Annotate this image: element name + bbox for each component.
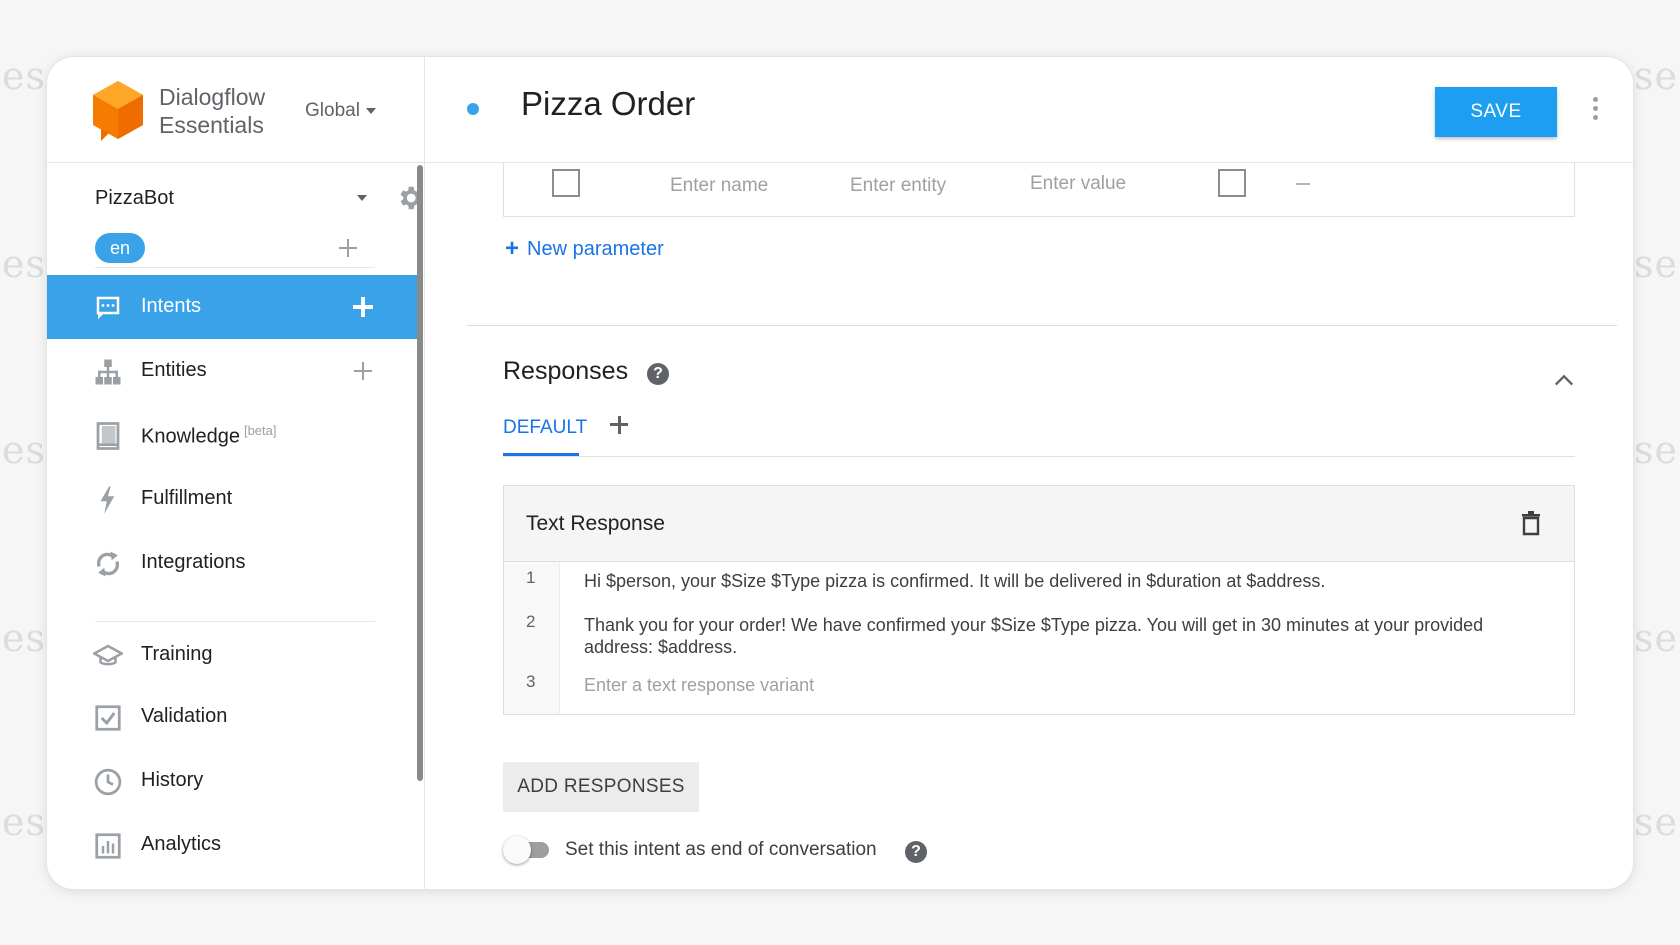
region-label: Global	[305, 100, 360, 121]
sidebar-item-label: Intents	[141, 295, 202, 317]
add-language-plus-icon[interactable]	[337, 237, 359, 259]
more-options-icon[interactable]	[1591, 97, 1599, 123]
main-panel: Enter name Enter entity Enter value Pizz…	[425, 57, 1633, 889]
book-icon	[96, 422, 120, 450]
trash-icon[interactable]	[1520, 510, 1542, 536]
add-entity-plus-icon[interactable]	[352, 360, 374, 382]
sidebar-item-label: Knowledge [beta]	[141, 423, 277, 449]
app-window: Dialogflow Essentials Global PizzaBot en	[46, 56, 1634, 890]
is-list-checkbox[interactable]	[1218, 169, 1246, 197]
sidebar-item-label: Validation	[141, 705, 228, 727]
sidebar-divider	[95, 267, 375, 268]
beta-badge: [beta]	[243, 423, 277, 438]
new-response-variant-input[interactable]: Enter a text response variant	[584, 674, 1484, 696]
end-conversation-label: Set this intent as end of conversation	[565, 839, 877, 860]
text-response-title: Text Response	[526, 512, 665, 535]
agent-name: PizzaBot	[95, 186, 174, 209]
dialogflow-logo-icon	[93, 81, 143, 141]
chevron-up-icon[interactable]	[1553, 369, 1575, 391]
toggle-knob[interactable]	[503, 836, 531, 864]
tab-default[interactable]: DEFAULT	[503, 417, 587, 439]
region-selector[interactable]: Global	[305, 100, 376, 122]
save-button[interactable]: SAVE	[1435, 87, 1557, 137]
bar-chart-icon	[95, 833, 121, 859]
add-responses-button[interactable]: ADD RESPONSES	[503, 762, 699, 812]
sidebar-item-knowledge[interactable]: Knowledge [beta]	[47, 403, 419, 467]
sidebar-item-intents[interactable]: Intents	[47, 275, 419, 339]
text-response-card: Text Response 1 Hi $person, your $Size $…	[503, 485, 1575, 715]
language-pill[interactable]: en	[95, 233, 145, 263]
sidebar-item-entities[interactable]: Entities	[47, 339, 419, 403]
required-checkbox[interactable]	[552, 169, 580, 197]
chat-bubble-icon	[96, 296, 120, 320]
sidebar-item-training[interactable]: Training	[47, 623, 419, 687]
caret-down-icon[interactable]	[357, 195, 367, 201]
new-parameter-link[interactable]: + New parameter	[505, 235, 664, 263]
product-name: Dialogflow Essentials	[159, 83, 265, 139]
sidebar-item-label: Fulfillment	[141, 487, 233, 509]
parameter-table-row: Enter name Enter entity Enter value	[503, 163, 1575, 217]
responses-section-title: Responses	[503, 357, 629, 385]
sync-arrows-icon	[97, 551, 119, 577]
help-icon[interactable]: ?	[647, 363, 669, 385]
parameter-name-input[interactable]: Enter name	[670, 175, 768, 197]
sidebar: Dialogflow Essentials Global PizzaBot en	[47, 57, 425, 889]
product-name-line1: Dialogflow	[159, 84, 266, 110]
caret-down-icon	[365, 108, 376, 114]
sidebar-item-fulfillment[interactable]: Fulfillment	[47, 467, 419, 531]
clock-icon	[94, 768, 122, 796]
row-number: 2	[526, 612, 536, 631]
language-row: en	[95, 233, 375, 263]
plus-icon: +	[505, 235, 520, 262]
parameter-entity-input[interactable]: Enter entity	[850, 175, 946, 197]
lightning-bolt-icon	[100, 486, 115, 514]
sidebar-item-label: Analytics	[141, 833, 222, 855]
sidebar-item-analytics[interactable]: Analytics	[47, 813, 419, 877]
sidebar-item-label: Integrations	[141, 551, 246, 573]
unsaved-indicator-dot	[467, 103, 479, 115]
new-parameter-label: New parameter	[527, 237, 664, 260]
hierarchy-icon	[95, 359, 121, 385]
sidebar-item-integrations[interactable]: Integrations	[47, 531, 419, 595]
parameter-value-input[interactable]: Enter value	[1030, 173, 1126, 195]
sidebar-item-label: Training	[141, 643, 213, 665]
sidebar-item-history[interactable]: History	[47, 749, 419, 813]
checkbox-checked-icon	[95, 705, 121, 731]
text-response-header: Text Response	[504, 486, 1574, 562]
add-tab-plus-icon[interactable]	[609, 415, 629, 435]
section-divider	[467, 325, 1617, 326]
logo-area: Dialogflow Essentials Global	[47, 57, 425, 163]
text-response-variant[interactable]: Thank you for your order! We have confir…	[584, 614, 1484, 658]
agent-selector[interactable]: PizzaBot	[95, 183, 422, 213]
empty-prompts-dash	[1296, 183, 1310, 185]
graduation-cap-icon	[93, 644, 123, 666]
sidebar-item-label: Entities	[141, 359, 207, 381]
add-intent-plus-icon[interactable]	[352, 296, 374, 318]
product-name-line2: Essentials	[159, 112, 264, 138]
row-number: 3	[526, 672, 536, 691]
sidebar-item-validation[interactable]: Validation	[47, 685, 419, 749]
sidebar-item-label: History	[141, 769, 204, 791]
knowledge-label: Knowledge	[141, 425, 240, 448]
row-number: 1	[526, 568, 536, 587]
sidebar-scrollbar[interactable]	[417, 165, 423, 781]
text-response-variant[interactable]: Hi $person, your $Size $Type pizza is co…	[584, 570, 1484, 592]
sidebar-divider	[95, 621, 375, 622]
help-icon[interactable]: ?	[905, 841, 927, 863]
response-tabs: DEFAULT	[503, 409, 1575, 457]
active-tab-indicator	[503, 453, 579, 456]
intent-title[interactable]: Pizza Order	[521, 85, 695, 123]
page-header: Pizza Order SAVE	[425, 57, 1633, 163]
